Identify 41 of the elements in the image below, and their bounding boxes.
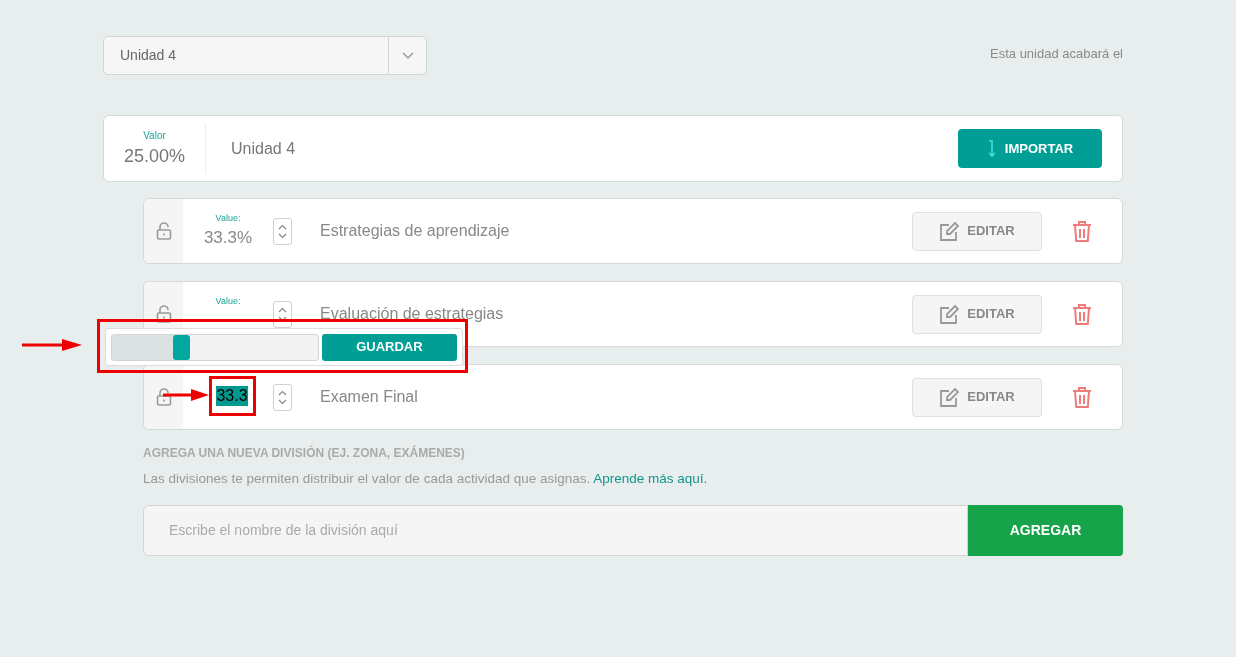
trash-icon[interactable] <box>1072 302 1092 326</box>
trash-icon[interactable] <box>1072 219 1092 243</box>
stepper-control[interactable] <box>273 217 292 245</box>
value-slider[interactable] <box>111 333 319 361</box>
lock-icon <box>155 388 172 406</box>
edit-button[interactable]: EDITAR <box>912 211 1042 251</box>
arrow-icon <box>22 338 82 352</box>
help-text: Las divisiones te permiten distribuir el valor de cada actividad que asignas. Aprende más aquí. <box>143 470 709 488</box>
division-name-field[interactable]: Escribe el nombre de la división aquí <box>143 505 968 557</box>
chevron-up-down-icon <box>278 388 287 406</box>
lock-icon <box>155 222 172 240</box>
division-name: Evaluación de estrategias <box>320 304 505 324</box>
section-heading: AGREGA UNA NUEVA DIVISIÓN (EJ. ZONA, EXÁMENES) <box>143 444 466 462</box>
edit-icon <box>939 387 960 407</box>
lock-icon <box>155 305 172 323</box>
chevron-down-icon <box>401 51 414 60</box>
stepper-control[interactable] <box>273 383 292 411</box>
division-name: Estrategias de aprendizaje <box>320 221 511 241</box>
value-label: Value: <box>215 211 241 225</box>
unit-name: Unidad 4 <box>231 138 297 159</box>
value-label: Value: <box>215 294 241 308</box>
value-label: Valor <box>143 128 166 143</box>
chevron-up-down-icon <box>278 222 287 240</box>
arrow-down-icon <box>986 139 997 158</box>
save-button[interactable]: GUARDAR <box>321 333 457 361</box>
unit-select[interactable]: Unidad 4 <box>103 36 427 75</box>
edit-button[interactable]: EDITAR <box>912 294 1042 334</box>
division-value: 33.3% <box>203 227 253 249</box>
trash-icon[interactable] <box>1072 385 1092 409</box>
division-name: Examen Final <box>320 387 419 407</box>
end-date-note: Esta unidad acabará el <box>990 45 1123 63</box>
unit-value: 25.00% <box>123 144 186 168</box>
import-button[interactable]: IMPORTAR <box>958 129 1102 168</box>
arrow-icon <box>163 388 209 402</box>
edit-icon <box>939 221 960 241</box>
learn-more-link[interactable]: Aprende más aquí. <box>593 471 708 486</box>
add-button[interactable]: AGREGAR <box>968 505 1123 557</box>
value-input[interactable]: 33.3 <box>208 376 256 416</box>
edit-icon <box>939 304 960 324</box>
stepper-control[interactable] <box>273 300 292 328</box>
edit-button[interactable]: EDITAR <box>912 377 1042 417</box>
